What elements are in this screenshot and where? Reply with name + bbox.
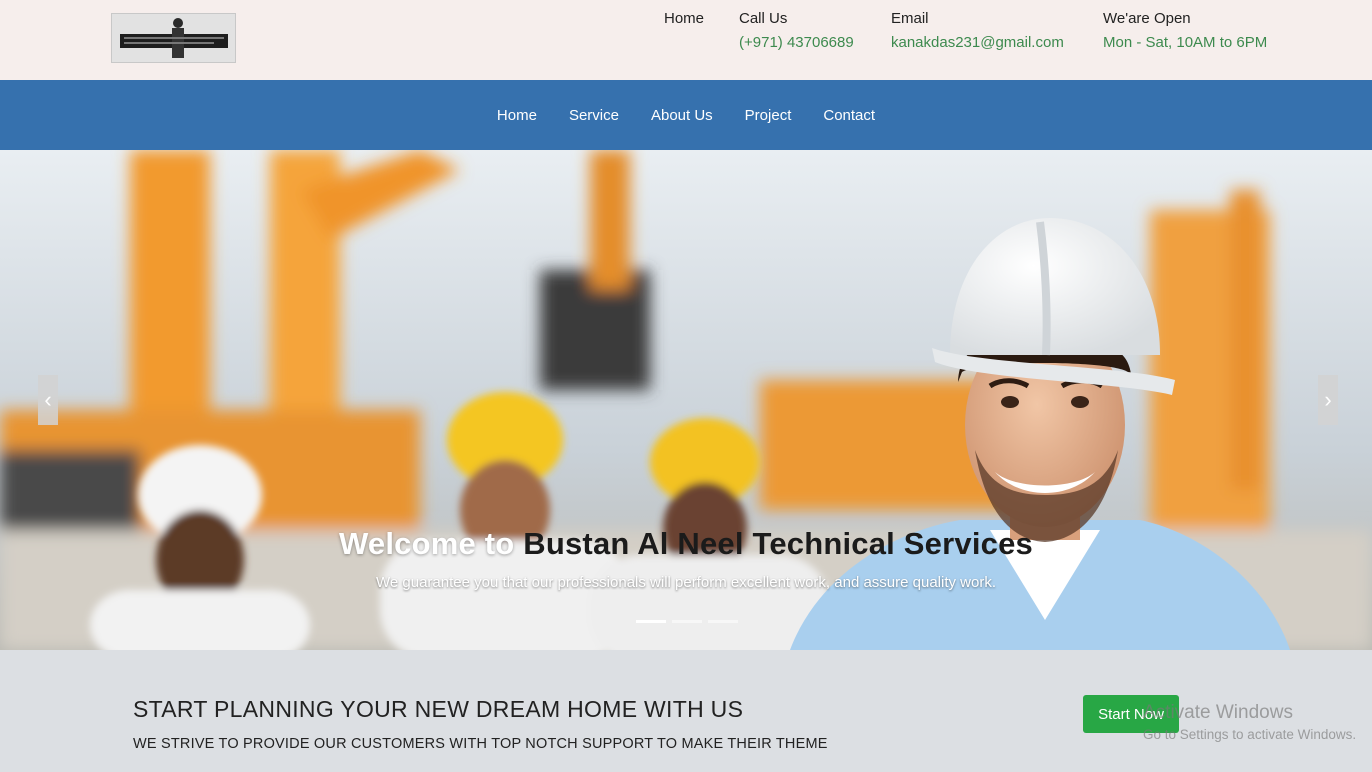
- nav-item-service[interactable]: Service: [553, 107, 635, 124]
- opening-hours-value: Mon - Sat, 10AM to 6PM: [1103, 34, 1268, 51]
- nav-item-about-us[interactable]: About Us: [635, 107, 729, 124]
- phone-number[interactable]: (+971) 43706689: [739, 31, 854, 55]
- carousel-indicator[interactable]: [636, 620, 666, 623]
- cta-section: START PLANNING YOUR NEW DREAM HOME WITH …: [0, 650, 1372, 772]
- nav-item-project[interactable]: Project: [729, 107, 808, 124]
- carousel-indicators: [636, 620, 738, 623]
- activate-windows-hint: Go to Settings to activate Windows.: [1143, 727, 1357, 742]
- nav-item-home[interactable]: Home: [481, 107, 553, 124]
- company-logo[interactable]: [111, 13, 236, 63]
- topbar-opening-hours: We'are Open Mon - Sat, 10AM to 6PM: [1103, 7, 1267, 55]
- cta-subtitle: WE STRIVE TO PROVIDE OUR CUSTOMERS WITH …: [133, 736, 828, 752]
- email-address[interactable]: kanakdas231@gmail.com: [891, 31, 1064, 55]
- carousel-next-button[interactable]: ›: [1318, 375, 1338, 425]
- chevron-left-icon: ‹: [44, 387, 52, 412]
- cta-title: START PLANNING YOUR NEW DREAM HOME WITH …: [133, 696, 744, 722]
- carousel-prev-button[interactable]: ‹: [38, 375, 58, 425]
- topbar-call-us: Call Us (+971) 43706689: [739, 7, 854, 55]
- carousel-indicator[interactable]: [672, 620, 702, 623]
- hero-subtitle: We guarantee you that our professionals …: [375, 574, 997, 591]
- hero-title-company: Bustan Al Neel Technical Services: [523, 526, 1033, 561]
- topbar-home[interactable]: Home: [664, 7, 704, 31]
- main-navbar: Home Service About Us Project Contact: [0, 80, 1372, 150]
- hero-title: Welcome to Bustan Al Neel Technical Serv…: [0, 526, 1372, 562]
- hero-carousel: ‹ › Welcome to Bustan Al Neel Technical …: [0, 150, 1372, 650]
- call-us-label: Call Us: [739, 10, 788, 27]
- email-label: Email: [891, 10, 929, 27]
- activate-windows-watermark: Activate Windows: [1143, 702, 1293, 723]
- topbar-email: Email kanakdas231@gmail.com: [891, 7, 1064, 55]
- topbar-home-link[interactable]: Home: [664, 7, 704, 31]
- nav-item-contact[interactable]: Contact: [807, 107, 891, 124]
- hero-title-welcome: Welcome to: [339, 526, 524, 561]
- nav-links: Home Service About Us Project Contact: [481, 107, 891, 124]
- chevron-right-icon: ›: [1324, 387, 1332, 412]
- opening-hours-label: We'are Open: [1103, 10, 1191, 27]
- top-info-bar: Home Call Us (+971) 43706689 Email kanak…: [0, 0, 1372, 80]
- carousel-indicator[interactable]: [708, 620, 738, 623]
